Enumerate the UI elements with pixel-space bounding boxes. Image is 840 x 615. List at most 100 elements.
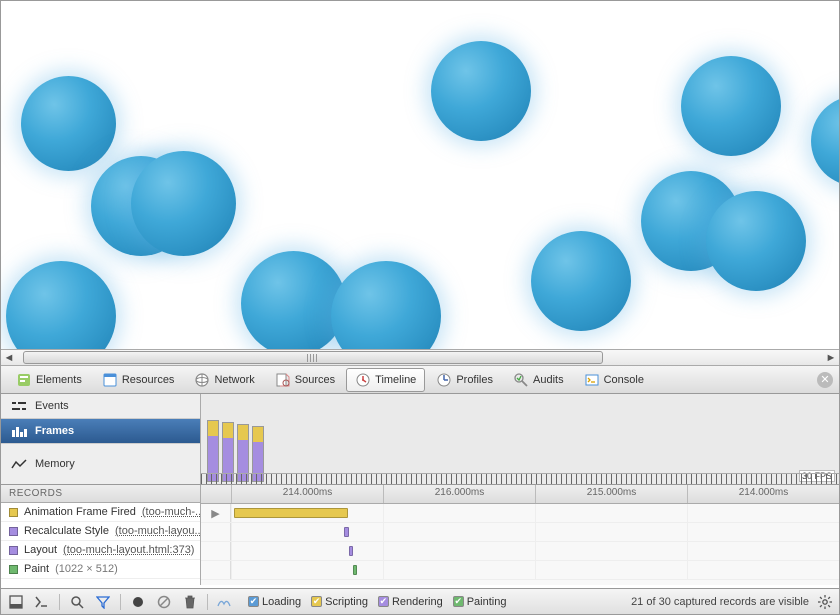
view-label: Frames: [35, 425, 74, 437]
record-label: Layout: [24, 544, 57, 556]
record-item[interactable]: Animation Frame Fired (too-much-...: [1, 503, 200, 522]
record-item[interactable]: Paint (1022 × 512): [1, 560, 200, 579]
track-lane[interactable]: [231, 523, 839, 541]
record-label: Paint: [24, 563, 49, 575]
color-swatch: [9, 565, 18, 574]
tab-profiles[interactable]: Profiles: [427, 368, 502, 392]
records-gutter-header: [201, 485, 231, 503]
clear-icon[interactable]: [155, 593, 173, 611]
tab-label: Sources: [295, 374, 335, 386]
filter-label: Scripting: [325, 596, 368, 608]
track-lane[interactable]: [231, 561, 839, 579]
record-track: [201, 561, 839, 580]
timeline-panel: Events Frames Memory 30 FPS: [1, 394, 839, 485]
record-track: [201, 523, 839, 542]
record-label: Recalculate Style: [24, 525, 109, 537]
record-source-link[interactable]: (too-much-layout.html:373): [63, 544, 194, 556]
checkbox-icon: ✔: [378, 596, 389, 607]
frames-canvas[interactable]: 30 FPS: [201, 394, 839, 484]
dock-icon[interactable]: [7, 593, 25, 611]
audits-icon: [513, 372, 529, 388]
scroll-left-arrow[interactable]: ◄: [1, 350, 17, 365]
checkbox-icon: ✔: [453, 596, 464, 607]
filter-painting[interactable]: ✔Painting: [453, 596, 507, 608]
record-icon[interactable]: [129, 593, 147, 611]
tab-label: Resources: [122, 374, 175, 386]
filter-loading[interactable]: ✔Loading: [248, 596, 301, 608]
record-track: [201, 542, 839, 561]
checkbox-icon: ✔: [311, 596, 322, 607]
glue-icon[interactable]: [216, 593, 234, 611]
tab-console[interactable]: Console: [575, 368, 653, 392]
record-item[interactable]: Recalculate Style (too-much-layou...: [1, 522, 200, 541]
timing-bar[interactable]: [234, 508, 348, 518]
timing-bar[interactable]: [353, 565, 357, 575]
records-header: RECORDS: [1, 485, 200, 503]
view-icon: [11, 425, 27, 437]
timing-bar[interactable]: [344, 527, 349, 537]
timeline-view-memory[interactable]: Memory: [1, 444, 200, 484]
scroll-right-arrow[interactable]: ►: [823, 350, 839, 365]
filter-icon[interactable]: [94, 593, 112, 611]
time-header-cell: 216.000ms: [383, 485, 535, 503]
record-source-link[interactable]: (too-much-layou...: [115, 525, 200, 537]
color-swatch: [9, 527, 18, 536]
ball: [331, 261, 441, 349]
ball: [431, 41, 531, 141]
network-icon: [194, 372, 210, 388]
time-header-cell: 215.000ms: [535, 485, 687, 503]
close-icon[interactable]: ✕: [817, 372, 833, 388]
checkbox-icon: ✔: [248, 596, 259, 607]
filter-rendering[interactable]: ✔Rendering: [378, 596, 443, 608]
scrollbar-track[interactable]: [17, 350, 823, 365]
filter-scripting[interactable]: ✔Scripting: [311, 596, 368, 608]
search-icon[interactable]: [68, 593, 86, 611]
status-text: 21 of 30 captured records are visible: [631, 596, 809, 608]
tab-label: Profiles: [456, 374, 493, 386]
profiles-icon: [436, 372, 452, 388]
tab-elements[interactable]: Elements: [7, 368, 91, 392]
tab-sources[interactable]: Sources: [266, 368, 344, 392]
tab-label: Network: [214, 374, 254, 386]
scrollbar-thumb[interactable]: [23, 351, 603, 364]
tab-timeline[interactable]: Timeline: [346, 368, 425, 392]
timeline-view-frames[interactable]: Frames: [1, 419, 200, 444]
record-track: ▶: [201, 504, 839, 523]
tab-network[interactable]: Network: [185, 368, 263, 392]
ball: [811, 96, 839, 186]
color-swatch: [9, 546, 18, 555]
horizontal-scrollbar[interactable]: ◄ ►: [1, 349, 839, 366]
ball: [681, 56, 781, 156]
gear-icon[interactable]: [817, 594, 833, 610]
filter-label: Rendering: [392, 596, 443, 608]
view-label: Events: [35, 400, 69, 412]
color-swatch: [9, 508, 18, 517]
console-toggle-icon[interactable]: [33, 593, 51, 611]
tab-audits[interactable]: Audits: [504, 368, 573, 392]
track-lane[interactable]: [231, 542, 839, 560]
resources-icon: [102, 372, 118, 388]
record-item[interactable]: Layout (too-much-layout.html:373): [1, 541, 200, 560]
timeline-view-events[interactable]: Events: [1, 394, 200, 419]
records-panel: RECORDS Animation Frame Fired (too-much-…: [1, 485, 839, 585]
ball: [531, 231, 631, 331]
filter-label: Loading: [262, 596, 301, 608]
devtools-tabbar: Elements Resources Network Sources Timeline P…: [1, 366, 839, 394]
tab-label: Elements: [36, 374, 82, 386]
view-label: Memory: [35, 458, 75, 470]
timeline-icon: [355, 372, 371, 388]
ball: [241, 251, 346, 349]
expand-toggle[interactable]: ▶: [201, 504, 231, 522]
tab-resources[interactable]: Resources: [93, 368, 184, 392]
expand-toggle: [201, 561, 231, 579]
track-lane[interactable]: [231, 504, 839, 522]
record-label: Animation Frame Fired: [24, 506, 136, 518]
expand-toggle: [201, 523, 231, 541]
timing-bar[interactable]: [349, 546, 353, 556]
record-source-link[interactable]: (too-much-...: [142, 506, 200, 518]
timeline-sidebar: Events Frames Memory: [1, 394, 201, 484]
garbage-icon[interactable]: [181, 593, 199, 611]
view-icon: [11, 400, 27, 412]
filter-label: Painting: [467, 596, 507, 608]
records-timeline[interactable]: 214.000ms216.000ms215.000ms214.000ms ▶: [201, 485, 839, 585]
